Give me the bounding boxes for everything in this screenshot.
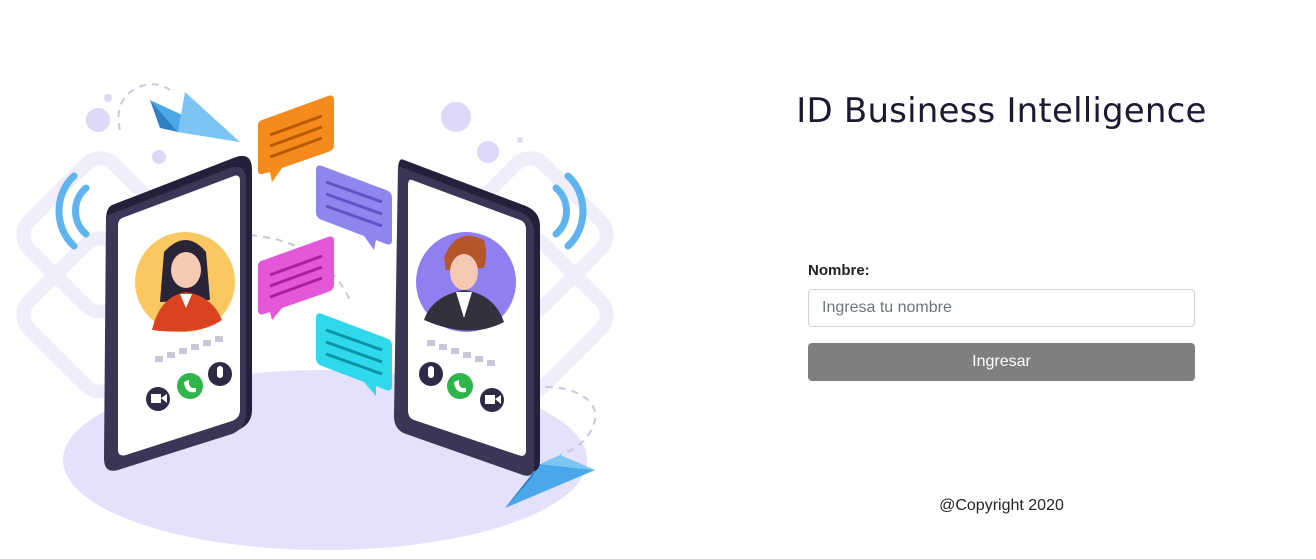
login-panel: ID Business Intelligence Nombre: Ingresa…	[700, 0, 1316, 559]
phone-call-icon	[447, 373, 473, 399]
login-form: Nombre: Ingresar	[808, 262, 1195, 381]
submit-button[interactable]: Ingresar	[808, 343, 1195, 381]
left-phone	[104, 155, 252, 471]
hero-illustration	[0, 0, 660, 559]
page-title: ID Business Intelligence	[796, 91, 1207, 131]
name-input[interactable]	[808, 289, 1195, 327]
phone-call-icon	[177, 373, 203, 399]
paper-plane-icon	[150, 92, 240, 142]
chat-bubble-icon	[258, 236, 334, 320]
right-phone	[394, 159, 540, 476]
copyright-text: @Copyright 2020	[939, 497, 1064, 514]
name-label: Nombre:	[808, 262, 870, 279]
